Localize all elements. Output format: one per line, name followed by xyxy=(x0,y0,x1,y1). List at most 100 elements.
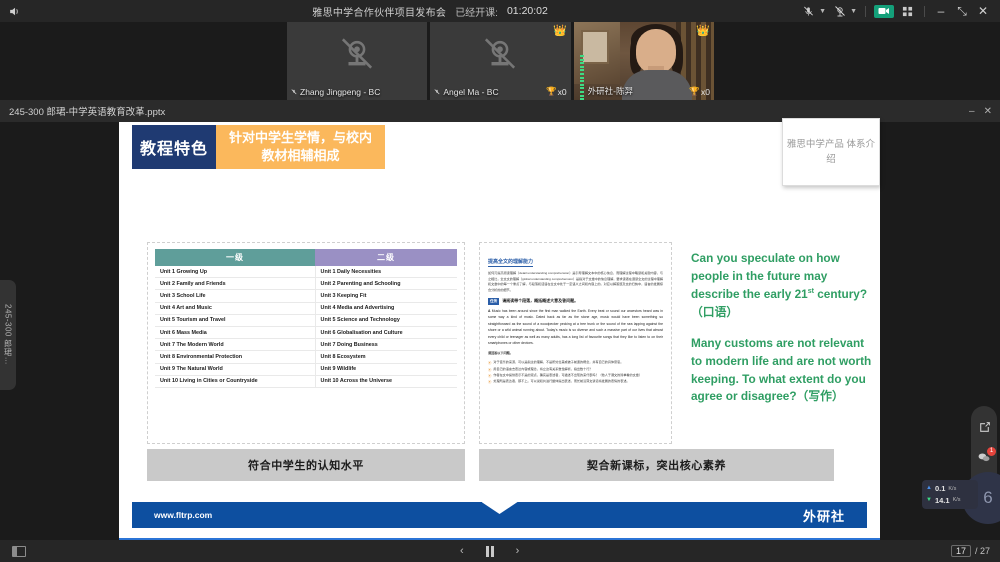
download-unit: K/s xyxy=(952,497,961,504)
video-tile[interactable]: 👑 外研社-陈羿 🏆 x0 xyxy=(573,22,714,100)
table-row: Unit 6 Mass Media Unit 6 Globalisation an… xyxy=(155,326,457,340)
slide-header-tag: 教程特色 xyxy=(132,125,217,169)
unit-table-card: 一级 二级 Unit 1 Growing Up Unit 1 Daily Nece… xyxy=(147,242,465,444)
annotation-paragraph: Can you speculate on how people in the f… xyxy=(691,250,874,322)
table-header-row: 一级 二级 xyxy=(155,249,457,266)
chat-bubble-icon[interactable]: 1 xyxy=(975,446,996,467)
cell-level2: Unit 9 Wildlife xyxy=(315,363,457,376)
upload-unit: K/s xyxy=(948,485,957,492)
video-camera-icon[interactable] xyxy=(874,4,894,18)
meeting-timer: 01:20:02 xyxy=(506,5,548,17)
table-row: Unit 4 Art and Music Unit 4 Media and Adv… xyxy=(155,302,457,315)
cell-level1: Unit 5 Tourism and Travel xyxy=(155,314,316,327)
globe-value: 6 xyxy=(983,488,993,507)
task-badge: 任务 xyxy=(488,297,500,305)
download-speed-row: ▼ 14.1 K/s xyxy=(926,495,974,507)
document-question-list: ⦿ 对于音乐的来源，可以是指过的理解，不是所处位美或被子前通的概念，并有自己的具体… xyxy=(488,360,663,385)
sidebar-toggle-icon[interactable] xyxy=(0,545,26,557)
current-page-input[interactable]: 17 xyxy=(950,545,971,557)
cell-level1: Unit 3 School Life xyxy=(155,289,316,303)
divider xyxy=(924,5,925,17)
passage-label: A xyxy=(488,308,491,313)
cell-level1: Unit 1 Growing Up xyxy=(155,266,316,279)
mic-chevron-down-icon[interactable]: ▼ xyxy=(819,8,826,15)
video-tile[interactable]: Zhang Jingpeng - BC xyxy=(287,22,428,100)
participant-name: 外研社-陈羿 xyxy=(587,86,633,96)
camera-chevron-down-icon[interactable]: ▼ xyxy=(850,8,857,15)
microphone-muted-icon xyxy=(434,89,440,95)
camera-off-icon xyxy=(483,37,517,76)
meeting-title: 雅思中学合作伙伴项目发布会 xyxy=(312,7,447,19)
network-speed-indicator: ▲ 0.1 K/s ▼ 14.1 K/s xyxy=(922,480,978,510)
download-speed: 14.1 xyxy=(934,495,950,505)
cell-level1: Unit 10 Living in Cities or Countryside xyxy=(155,375,316,388)
participant-name-group: 外研社-陈羿 xyxy=(588,85,633,97)
table-header-level2: 二级 xyxy=(315,249,457,266)
cell-level1: Unit 6 Mass Media xyxy=(155,326,316,340)
close-button[interactable]: ✕ xyxy=(975,4,991,18)
table-row: Unit 3 School Life Unit 3 Keeping Fit xyxy=(155,289,457,303)
table-row: Unit 8 Environmental Protection Unit 8 Ec… xyxy=(155,350,457,364)
divider xyxy=(865,5,866,17)
table-row: Unit 9 The Natural World Unit 9 Wildlife xyxy=(155,363,457,376)
playback-controls: ‹ › xyxy=(460,545,519,557)
next-slide-button[interactable]: › xyxy=(516,545,520,557)
minimize-button[interactable]: – xyxy=(933,4,949,18)
file-close-button[interactable]: ✕ xyxy=(984,106,992,117)
chat-unread-badge: 1 xyxy=(987,446,996,456)
cell-level1: Unit 8 Environmental Protection xyxy=(155,350,316,364)
slide-header: 教程特色 针对中学生学情，与校内 教材相辅相成 xyxy=(132,125,386,169)
cell-level1: Unit 2 Family and Friends xyxy=(155,277,316,291)
slide-footer: www.fltrp.com 外研社 xyxy=(132,502,867,528)
cell-level1: Unit 4 Art and Music xyxy=(155,302,316,315)
table-row: Unit 1 Growing Up Unit 1 Daily Necessitie… xyxy=(155,266,457,279)
microphone-muted-icon[interactable] xyxy=(800,3,817,20)
previous-slide-button[interactable]: ‹ xyxy=(460,545,464,557)
audio-level-meter xyxy=(579,55,584,100)
trophy-badge: 🏆 x0 xyxy=(689,86,710,97)
cell-level2: Unit 3 Keeping Fit xyxy=(315,289,457,303)
passage-text: Music has been around since the first ma… xyxy=(488,308,663,346)
grid-apps-icon[interactable] xyxy=(899,3,916,20)
cell-level2: Unit 10 Across the Universe xyxy=(315,375,457,388)
questions-title: 请回答以下问题。 xyxy=(488,350,513,355)
participant-name-group: Angel Ma - BC xyxy=(434,87,499,97)
cell-level2: Unit 4 Media and Advertising xyxy=(315,302,457,315)
annotation-paragraph: Many customs are not relevant to modern … xyxy=(691,335,874,407)
table-row: Unit 2 Family and Friends Unit 2 Parentin… xyxy=(155,277,457,291)
page-indicator: 17 / 27 xyxy=(950,545,990,557)
unit-table: 一级 二级 Unit 1 Growing Up Unit 1 Daily Nece… xyxy=(155,249,457,388)
restore-button[interactable]: ⤡ xyxy=(954,4,970,19)
slide-note-box: 雅思中学产品 体系介绍 xyxy=(782,118,880,186)
participant-name: Zhang Jingpeng - BC xyxy=(300,87,381,97)
left-file-panel-tab[interactable]: 245-300 郎珺… xyxy=(0,280,16,390)
unit-table-body: Unit 1 Growing Up Unit 1 Daily Necessitie… xyxy=(155,266,457,388)
video-tile[interactable]: 👑 Angel Ma - BC 🏆 x0 xyxy=(430,22,571,100)
pause-icon[interactable] xyxy=(485,545,494,557)
slide-canvas[interactable]: 教程特色 针对中学生学情，与校内 教材相辅相成 雅思中学产品 体系介绍 一级 二… xyxy=(119,118,880,540)
arrow-up-icon: ▲ xyxy=(926,485,932,492)
crown-icon: 👑 xyxy=(552,25,567,37)
footer-brand: 外研社 xyxy=(802,508,845,524)
table-row: Unit 5 Tourism and Travel Unit 5 Science … xyxy=(155,314,457,327)
edit-square-icon[interactable] xyxy=(975,418,993,436)
bottom-bar: ‹ › 17 / 27 xyxy=(0,540,1000,562)
camera-off-icon[interactable] xyxy=(831,3,848,20)
speaker-logo-icon xyxy=(10,7,18,15)
trophy-count: x0 xyxy=(701,86,710,97)
file-tab[interactable]: 245-300 郎珺-中学英语教育改革.pptx xyxy=(0,104,165,118)
cell-level2: Unit 6 Globalisation and Culture xyxy=(315,326,457,340)
slide-header-title: 针对中学生学情，与校内 教材相辅相成 xyxy=(216,125,386,169)
app-logo xyxy=(0,5,60,18)
caption-right: 契合新课标，突出核心素养 xyxy=(479,449,834,481)
cell-level2: Unit 5 Science and Technology xyxy=(315,314,457,327)
document-passage: A Music has been around since the first … xyxy=(488,308,663,347)
cell-level2: Unit 1 Daily Necessities xyxy=(315,266,457,279)
trophy-count: x0 xyxy=(557,86,567,97)
trophy-badge: 🏆 x0 xyxy=(546,86,567,97)
cell-level1: Unit 7 The Modern World xyxy=(155,338,316,352)
file-minimize-button[interactable]: – xyxy=(969,106,975,117)
meeting-title-group: 雅思中学合作伙伴项目发布会 已经开课: 01:20:02 xyxy=(60,4,800,19)
participant-name-group: Zhang Jingpeng - BC xyxy=(291,87,380,97)
caption-left: 符合中学生的认知水平 xyxy=(147,449,465,481)
